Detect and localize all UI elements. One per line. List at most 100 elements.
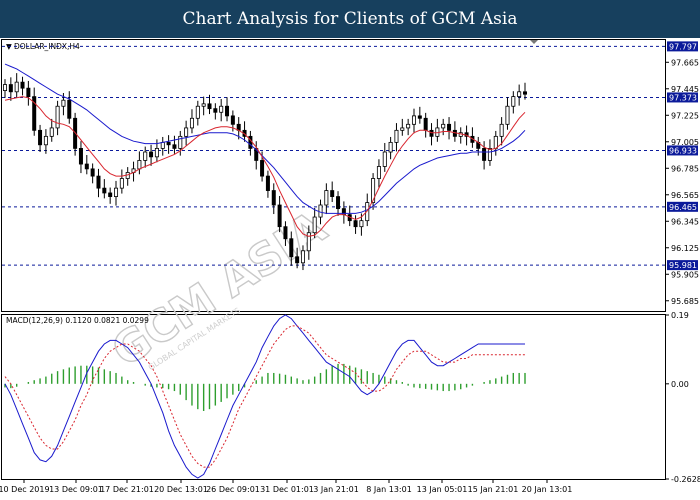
time-tick-label: 8 Jan 13:01 — [366, 485, 412, 494]
candle-body — [49, 127, 54, 137]
candle-body — [388, 141, 393, 153]
candle-body — [271, 190, 276, 206]
candle-body — [207, 103, 212, 110]
time-tick-label: 3 Jan 21:01 — [313, 485, 359, 494]
candle-body — [423, 117, 428, 131]
chart-background — [0, 38, 700, 500]
candle-body — [61, 99, 66, 107]
time-tick-label: 10 Dec 2019 — [0, 485, 50, 494]
macd-tick-label: -0.2628 — [671, 475, 700, 484]
candle-body — [96, 175, 101, 189]
candle-body — [143, 151, 148, 161]
candle-body — [277, 204, 282, 228]
candle-body — [102, 187, 107, 194]
candle-body — [230, 115, 235, 125]
candle-body — [417, 115, 422, 119]
price-tick-label: 96.785 — [671, 164, 699, 173]
candle-body — [441, 123, 446, 129]
candle-body — [523, 91, 528, 95]
candle-body — [67, 99, 72, 119]
price-tick-label: 96.345 — [671, 217, 699, 226]
candle-body — [201, 103, 206, 107]
candle-body — [447, 123, 452, 131]
candle-body — [114, 187, 119, 197]
candle-body — [149, 151, 154, 158]
level-price-label: 97.797 — [669, 42, 697, 51]
candle-body — [499, 123, 504, 137]
candle-body — [38, 129, 43, 146]
candle-body — [411, 115, 416, 125]
chart-canvas: GCM ASIA GLOBAL CAPITAL MARKETS ▼ DOLLAR… — [0, 38, 700, 500]
candle-body — [324, 190, 329, 206]
candle-body — [330, 190, 335, 197]
candle-body — [195, 105, 200, 119]
candle-body — [90, 168, 95, 177]
candle-body — [225, 105, 230, 117]
time-tick-label: 20 Jan 13:01 — [522, 485, 573, 494]
time-tick-label: 13 Jan 05:01 — [417, 485, 468, 494]
candle-body — [8, 84, 13, 93]
time-tick-label: 13 Dec 09:01 — [49, 485, 103, 494]
candle-body — [394, 129, 399, 143]
price-tick-label: 97.225 — [671, 111, 699, 120]
time-tick-label: 20 Dec 13:01 — [154, 485, 208, 494]
price-tick-label: 95.685 — [671, 297, 699, 306]
candle-body — [84, 163, 89, 170]
price-tick-label: 96.125 — [671, 244, 699, 253]
candle-body — [429, 129, 434, 137]
chart-title: Chart Analysis for Clients of GCM Asia — [0, 0, 700, 38]
candle-body — [55, 105, 60, 129]
candle-body — [482, 148, 487, 161]
candle-body — [20, 81, 25, 89]
price-tick-label: 96.565 — [671, 191, 699, 200]
time-tick-label: 17 Dec 21:01 — [100, 485, 154, 494]
candle-body — [166, 141, 171, 146]
candle-body — [108, 192, 113, 197]
candle-body — [260, 160, 265, 177]
candle-body — [406, 123, 411, 129]
candle-body — [359, 220, 364, 228]
candle-body — [219, 105, 224, 113]
candle-body — [312, 216, 317, 234]
candle-body — [119, 178, 124, 189]
candle-body — [487, 148, 492, 161]
price-tick-label: 97.445 — [671, 85, 699, 94]
candle-body — [400, 127, 405, 131]
candle-body — [43, 135, 48, 146]
candle-body — [160, 141, 165, 149]
candle-body — [154, 148, 159, 158]
candle-body — [283, 226, 288, 240]
candle-body — [336, 196, 341, 210]
candle-body — [3, 84, 8, 91]
candle-body — [189, 117, 194, 129]
price-tick-label: 97.005 — [671, 138, 699, 147]
candle-body — [517, 91, 522, 98]
candle-body — [295, 256, 300, 264]
price-tick-label: 97.665 — [671, 58, 699, 67]
candle-body — [300, 250, 305, 264]
level-price-label: 96.465 — [669, 203, 697, 212]
level-price-label: 97.373 — [669, 93, 697, 102]
candle-body — [184, 127, 189, 137]
candle-body — [493, 135, 498, 149]
macd-label: MACD(12,26,9) 0.1120 0.0821 0.0299 — [6, 316, 149, 325]
candle-body — [318, 204, 323, 218]
price-tick-label: 95.905 — [671, 270, 699, 279]
candle-body — [78, 148, 83, 165]
candle-body — [213, 108, 218, 113]
candle-body — [26, 87, 31, 98]
candle-body — [382, 151, 387, 167]
level-price-label: 95.981 — [669, 261, 697, 270]
macd-tick-label: 0.19 — [671, 311, 689, 320]
time-tick-label: 15 Jan 21:01 — [468, 485, 519, 494]
candle-body — [265, 175, 270, 191]
candle-body — [511, 96, 516, 107]
candle-body — [14, 81, 19, 93]
candle-body — [505, 105, 510, 125]
macd-tick-label: 0.00 — [671, 380, 689, 389]
candle-body — [353, 220, 358, 228]
time-tick-label: 31 Dec 01:01 — [260, 485, 314, 494]
candle-body — [376, 166, 381, 179]
candle-body — [172, 144, 177, 149]
candle-body — [137, 160, 142, 170]
